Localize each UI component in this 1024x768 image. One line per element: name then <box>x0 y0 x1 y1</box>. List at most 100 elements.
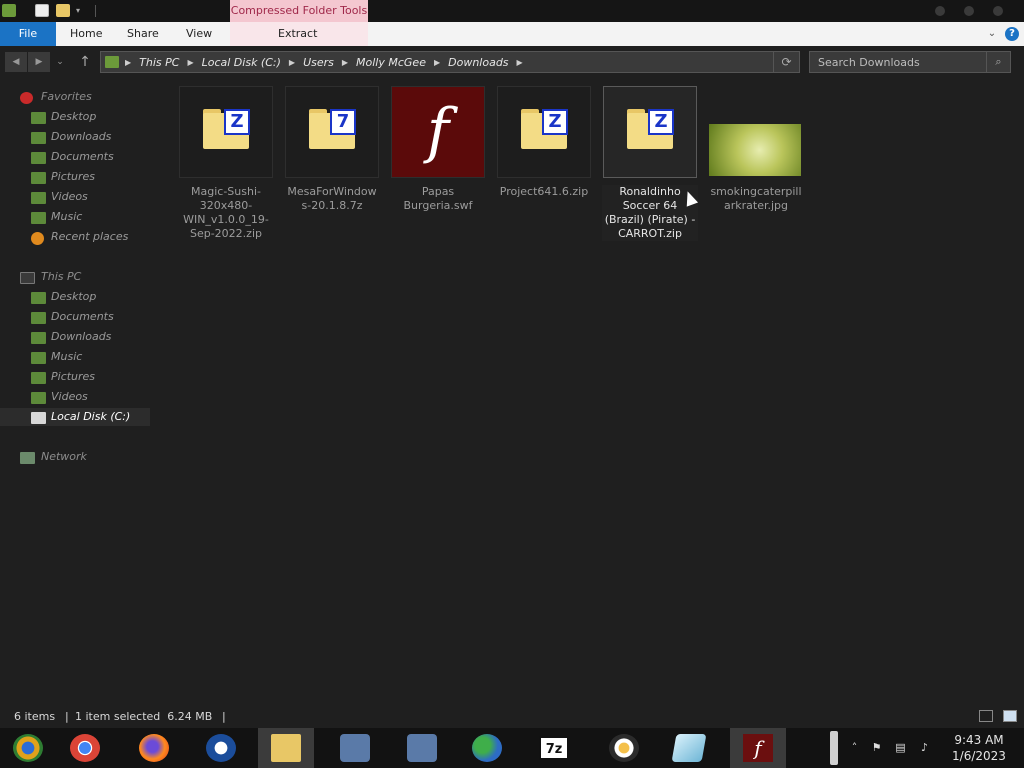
nav-thispc-local-disk[interactable]: Local Disk (C:) <box>0 408 150 426</box>
clock[interactable]: 9:43 AM 1/6/2023 <box>948 732 1010 764</box>
expand-ribbon-icon[interactable]: ⌄ <box>985 27 999 41</box>
taskbar-app[interactable]: 7z <box>526 728 582 768</box>
network-installer-icon <box>407 734 437 762</box>
help-icon[interactable]: ? <box>1005 27 1019 41</box>
details-view-icon[interactable] <box>979 710 993 722</box>
nav-favorites-videos[interactable]: Videos <box>0 188 150 206</box>
properties-icon[interactable] <box>35 4 49 17</box>
volume-icon[interactable]: ♪ <box>918 741 931 754</box>
nav-favorites-downloads[interactable]: Downloads <box>0 128 150 146</box>
obama-logo-icon <box>206 734 236 762</box>
nav-favorites-recent-places[interactable]: Recent places <box>0 228 150 246</box>
file-tile[interactable]: 7 MesaForWindows-20.1.8.7z <box>284 86 380 213</box>
tab-share[interactable]: Share <box>127 22 159 46</box>
breadcrumb-local-disk[interactable]: Local Disk (C:) <box>202 56 281 69</box>
taskbar-app-active[interactable] <box>258 728 314 768</box>
taskbar-app[interactable] <box>661 728 717 768</box>
nav-favorites-music[interactable]: Music <box>0 208 150 226</box>
chevron-right-icon[interactable]: ▶ <box>434 58 440 67</box>
up-button[interactable]: ↑ <box>76 52 94 72</box>
network-status-icon[interactable]: ▤ <box>894 741 907 754</box>
nav-thispc-videos[interactable]: Videos <box>0 388 150 406</box>
taskbar-app[interactable] <box>327 728 383 768</box>
taskbar-app-active[interactable]: f <box>730 728 786 768</box>
close-button[interactable] <box>993 6 1003 16</box>
photo-thumbnail <box>709 124 801 176</box>
nav-thispc-desktop[interactable]: Desktop <box>0 288 150 306</box>
nav-thispc-downloads[interactable]: Downloads <box>0 328 150 346</box>
file-tile[interactable]: f Papas Burgeria.swf <box>390 86 486 213</box>
tab-home[interactable]: Home <box>70 22 102 46</box>
contextual-tab-header: Compressed Folder Tools <box>230 0 368 22</box>
7-zip-icon: 7z <box>539 736 569 760</box>
tab-extract[interactable]: Extract <box>278 22 317 46</box>
chevron-right-icon[interactable]: ▶ <box>517 58 523 67</box>
address-bar[interactable]: ▶ This PC ▶ Local Disk (C:) ▶ Users ▶ Mo… <box>100 51 800 73</box>
search-input[interactable] <box>810 52 986 72</box>
file-tile-selected[interactable]: Z Ronaldinho Soccer 64 (Brazil) (Pirate)… <box>602 86 698 241</box>
new-folder-icon[interactable] <box>56 4 70 17</box>
zip-badge-icon: Z <box>224 109 250 135</box>
recent-locations-button[interactable]: ⌄ <box>53 52 67 72</box>
breadcrumb-users[interactable]: Users <box>303 56 334 69</box>
file-tile[interactable]: smokingcaterpillarkrater.jpg <box>708 86 804 213</box>
nav-network[interactable]: Network <box>0 448 150 466</box>
chevron-right-icon[interactable]: ▶ <box>289 58 295 67</box>
back-button[interactable]: ◀ <box>5 52 27 72</box>
nav-thispc-pictures[interactable]: Pictures <box>0 368 150 386</box>
forward-button[interactable]: ▶ <box>28 52 50 72</box>
tab-view[interactable]: View <box>186 22 212 46</box>
title-bar: ▾ Compressed Folder Tools <box>0 0 1024 22</box>
chevron-right-icon[interactable]: ▶ <box>125 58 131 67</box>
taskbar-app[interactable] <box>459 728 515 768</box>
desktop-icon <box>31 292 46 304</box>
breadcrumb: ▶ This PC ▶ Local Disk (C:) ▶ Users ▶ Mo… <box>123 52 531 72</box>
breadcrumb-user[interactable]: Molly McGee <box>356 56 426 69</box>
breadcrumb-downloads[interactable]: Downloads <box>448 56 508 69</box>
documents-icon <box>31 312 46 324</box>
documents-icon <box>31 152 46 164</box>
nav-favorites-desktop[interactable]: Desktop <box>0 108 150 126</box>
nav-favorites-documents[interactable]: Documents <box>0 148 150 166</box>
taskbar-app[interactable] <box>596 728 652 768</box>
pictures-icon <box>31 372 46 384</box>
nav-this-pc[interactable]: This PC <box>0 268 150 286</box>
desktop-icon <box>31 112 46 124</box>
clock-time: 9:43 AM <box>954 733 1004 747</box>
large-icons-view-icon[interactable] <box>1003 710 1017 722</box>
folder-app-icon[interactable] <box>2 4 16 17</box>
search-box[interactable]: ⌕ <box>809 51 1011 73</box>
videos-icon <box>31 392 46 404</box>
search-icon[interactable]: ⌕ <box>986 52 1010 72</box>
refresh-button[interactable]: ⟳ <box>773 52 799 72</box>
customize-quick-access-icon[interactable]: ▾ <box>76 4 84 17</box>
file-thumbnail: 7 <box>285 86 379 178</box>
action-center-flag-icon[interactable]: ⚑ <box>870 741 883 754</box>
clock-date: 1/6/2023 <box>952 749 1006 763</box>
item-count: 6 items <box>14 710 56 723</box>
file-tile[interactable]: Z Magic-Sushi-320x480-WIN_v1.0.0_19-Sep-… <box>178 86 274 241</box>
show-desktop-grip[interactable] <box>830 731 838 765</box>
chevron-right-icon[interactable]: ▶ <box>187 58 193 67</box>
breadcrumb-this-pc[interactable]: This PC <box>139 56 179 69</box>
chevron-right-icon[interactable]: ▶ <box>342 58 348 67</box>
nav-thispc-documents[interactable]: Documents <box>0 308 150 326</box>
taskbar-app[interactable] <box>193 728 249 768</box>
taskbar-app[interactable] <box>126 728 182 768</box>
chevron-up-icon[interactable]: ˄ <box>848 741 861 754</box>
computer-icon <box>20 272 35 284</box>
taskbar: 7z f ˄ ⚑ ▤ ♪ 9:43 AM 1/6/2023 <box>0 728 1024 768</box>
nav-thispc-music[interactable]: Music <box>0 348 150 366</box>
tab-file[interactable]: File <box>0 22 56 46</box>
taskbar-app[interactable] <box>394 728 450 768</box>
nav-favorites-pictures[interactable]: Pictures <box>0 168 150 186</box>
taskbar-app[interactable] <box>57 728 113 768</box>
nav-favorites[interactable]: Favorites <box>0 88 150 106</box>
minimize-button[interactable] <box>935 6 945 16</box>
downloads-icon <box>31 132 46 144</box>
maximize-button[interactable] <box>964 6 974 16</box>
notepad-glass-icon <box>671 734 707 762</box>
file-thumbnail: Z <box>179 86 273 178</box>
file-tile[interactable]: Z Project641.6.zip <box>496 86 592 199</box>
taskbar-app[interactable] <box>0 728 56 768</box>
